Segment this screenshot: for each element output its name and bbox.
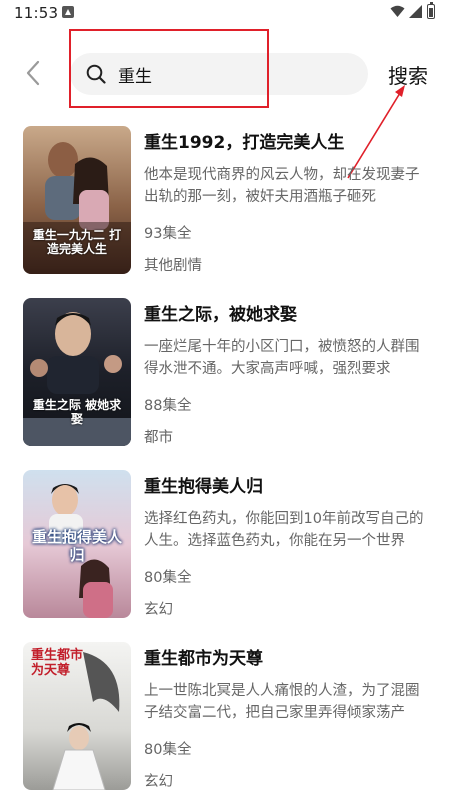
genre-tag: 其他剧情 <box>144 258 202 274</box>
drama-cover[interactable]: 重生都市为天尊 <box>23 642 131 790</box>
genre-tag: 玄幻 <box>144 602 173 618</box>
episode-count: 88集全 <box>144 398 192 414</box>
drama-description: 选择红色药丸，你能回到10年前改写自己的人生。选择蓝色药丸，你能在另一个世界 <box>144 511 424 549</box>
drama-description: 他本是现代商界的风云人物，却在发现妻子出轨的那一刻，被奸夫用酒瓶子砸死 <box>144 167 420 205</box>
cover-title: 重生之际 被她求娶 <box>32 398 122 426</box>
cover-title: 重生一九九二 打造完美人生 <box>32 228 122 256</box>
drama-description: 一座烂尾十年的小区门口，被愤怒的人群围得水泄不通。大家高声呼喊，强烈要求 <box>144 339 420 377</box>
drama-description: 上一世陈北冥是人人痛恨的人渣，为了混圈子结交富二代，把自己家里弄得倾家荡产 <box>144 683 420 721</box>
search-box[interactable] <box>70 53 368 95</box>
episode-count: 93集全 <box>144 226 192 242</box>
cover-title: 重生都市为天尊 <box>31 648 84 678</box>
search-button[interactable]: 搜索 <box>388 60 428 89</box>
list-item[interactable]: 重生都市为天尊 重生都市为天尊 上一世陈北冥是人人痛恨的人渣，为了混圈子结交富二… <box>0 642 450 792</box>
drama-title[interactable]: 重生抱得美人归 <box>144 472 434 497</box>
drama-cover[interactable]: 重生之际 被她求娶 <box>23 298 131 446</box>
genre-tag: 玄幻 <box>144 774 173 790</box>
notification-icon <box>62 6 74 18</box>
signal-icon <box>409 5 422 18</box>
search-icon <box>86 64 106 84</box>
genre-tag: 都市 <box>144 430 173 446</box>
status-bar: 11:53 <box>0 0 450 26</box>
list-item[interactable]: 重生抱得美人归 重生抱得美人归 选择红色药丸，你能回到10年前改写自己的人生。选… <box>0 470 450 620</box>
drama-cover[interactable]: 重生抱得美人归 <box>23 470 131 618</box>
drama-cover[interactable]: 重生一九九二 打造完美人生 <box>23 126 131 274</box>
drama-title[interactable]: 重生都市为天尊 <box>144 644 434 669</box>
drama-title[interactable]: 重生1992，打造完美人生 <box>144 128 434 153</box>
search-input[interactable] <box>118 53 348 95</box>
episode-count: 80集全 <box>144 570 192 586</box>
episode-count: 80集全 <box>144 742 192 758</box>
chevron-left-icon <box>26 60 40 86</box>
cover-title: 重生抱得美人归 <box>31 528 122 564</box>
drama-title[interactable]: 重生之际，被她求娶 <box>144 300 434 325</box>
list-item[interactable]: 重生一九九二 打造完美人生 重生1992，打造完美人生 他本是现代商界的风云人物… <box>0 126 450 276</box>
status-time: 11:53 <box>14 4 59 22</box>
list-item[interactable]: 重生之际 被她求娶 重生之际，被她求娶 一座烂尾十年的小区门口，被愤怒的人群围得… <box>0 298 450 448</box>
back-button[interactable] <box>22 58 46 88</box>
wifi-icon <box>390 5 405 17</box>
battery-icon <box>427 2 435 19</box>
